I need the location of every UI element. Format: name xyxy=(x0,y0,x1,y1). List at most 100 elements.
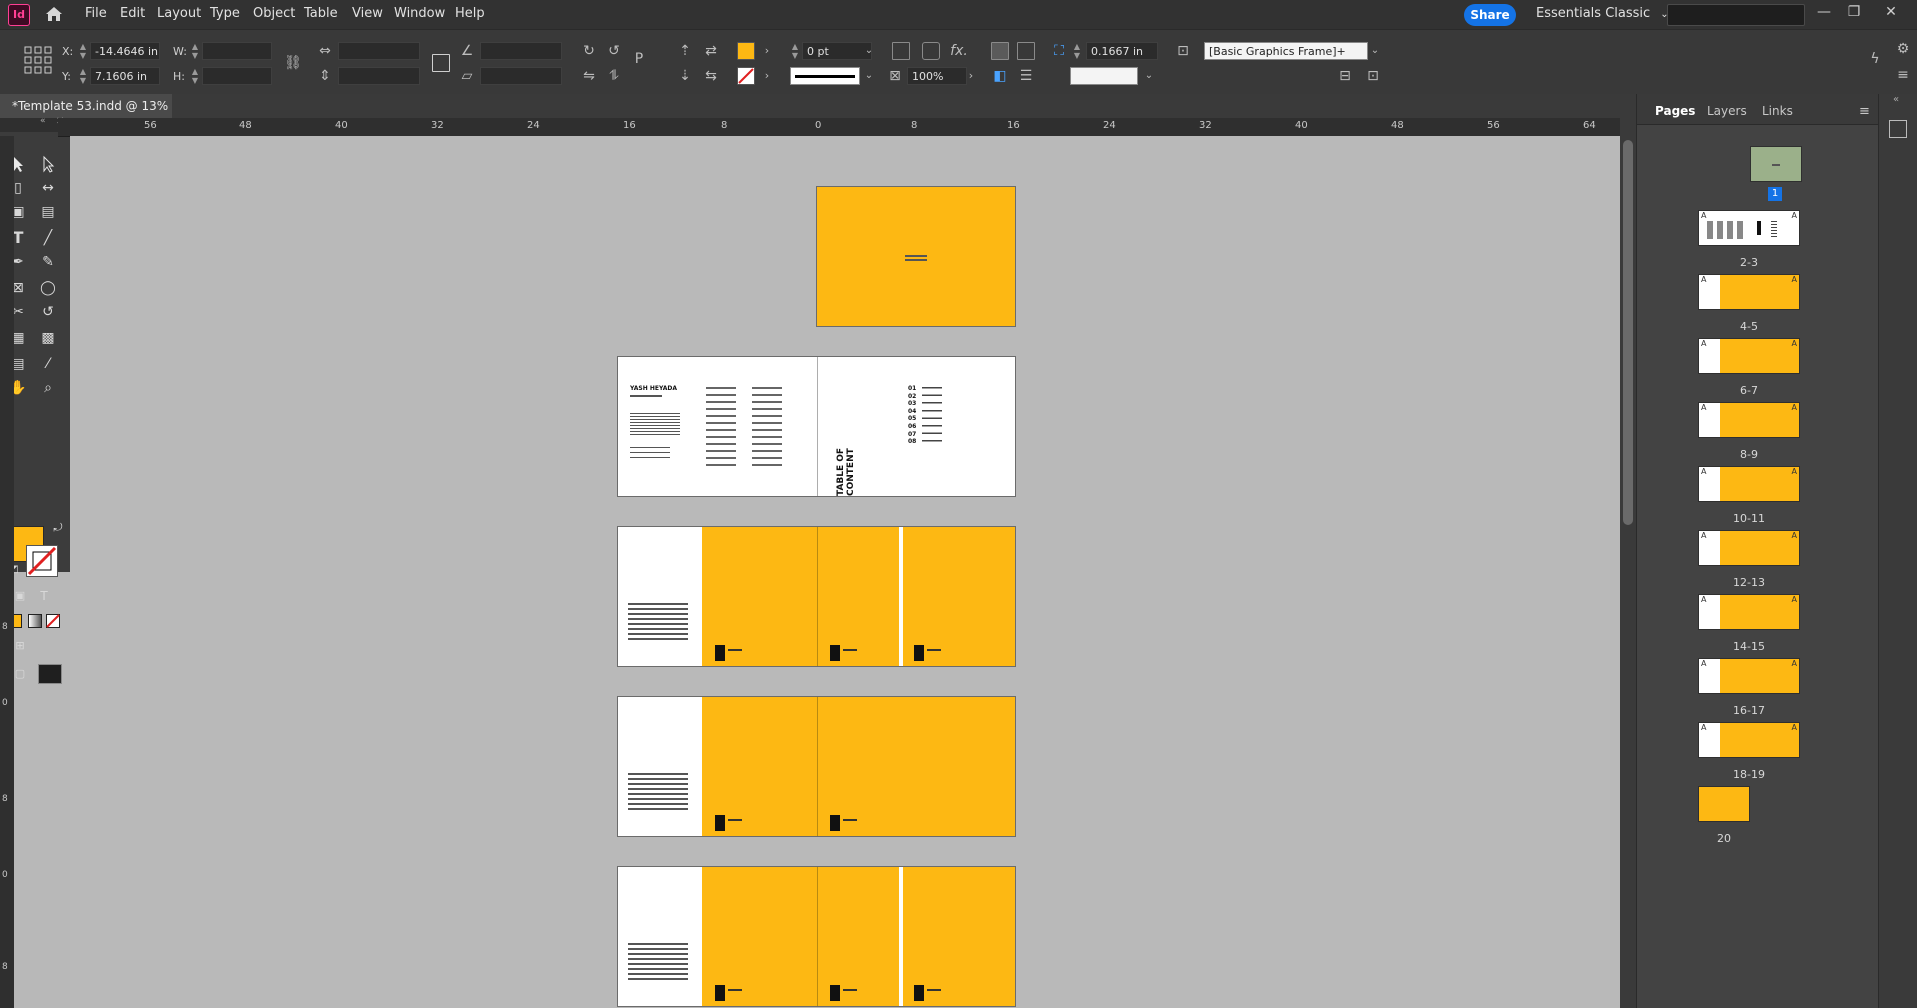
rotation-angle-field[interactable] xyxy=(480,42,562,60)
stroke-color-swatch[interactable] xyxy=(26,545,58,577)
page-thumb-16-17[interactable]: A A xyxy=(1698,658,1800,694)
stroke-swatch-control[interactable] xyxy=(737,67,755,85)
page-thumb-1[interactable] xyxy=(1750,146,1802,182)
minimize-button[interactable]: — xyxy=(1815,3,1833,21)
opacity-field[interactable]: 100% xyxy=(907,67,967,85)
restore-button[interactable]: ❐ xyxy=(1845,3,1863,21)
scrollbar-thumb[interactable] xyxy=(1623,140,1633,525)
align-center-icon[interactable]: ◧ xyxy=(991,67,1009,85)
page-thumb-6-7[interactable]: A A xyxy=(1698,338,1800,374)
offset-field[interactable]: 0.1667 in xyxy=(1086,42,1158,60)
reference-point-icon[interactable] xyxy=(24,46,52,74)
workspace-switcher[interactable]: Essentials Classic ⌄ xyxy=(1536,6,1669,21)
apply-gradient-icon[interactable] xyxy=(28,614,42,628)
height-field[interactable] xyxy=(202,67,272,85)
spread-4-5[interactable] xyxy=(617,526,1016,667)
flip-horizontal-icon[interactable]: ⇋ xyxy=(580,67,598,85)
y-stepper-icon[interactable]: ▲ ▼ xyxy=(78,67,88,85)
ellipse-tool-icon[interactable]: ◯ xyxy=(38,278,58,298)
panel-menu-icon[interactable]: ≡ xyxy=(1894,66,1912,84)
page-thumb-20[interactable] xyxy=(1698,786,1750,822)
constrain-scale-icon[interactable] xyxy=(432,54,450,72)
page-thumb-10-11[interactable]: A A xyxy=(1698,466,1800,502)
offset-stepper-icon[interactable]: ▲ ▼ xyxy=(1072,42,1082,60)
menu-type[interactable]: Type xyxy=(210,6,240,21)
clear-overrides-icon[interactable]: ⊟ xyxy=(1336,67,1354,85)
home-icon[interactable] xyxy=(44,5,64,23)
text-wrap-none-icon[interactable] xyxy=(991,42,1009,60)
stroke-weight-stepper-icon[interactable]: ▲ ▼ xyxy=(790,42,800,60)
flip-vertical-icon[interactable]: ⥮ xyxy=(605,67,623,85)
free-transform-tool-icon[interactable]: ↺ xyxy=(38,302,58,322)
search-input[interactable] xyxy=(1667,4,1805,26)
menu-object[interactable]: Object xyxy=(253,6,295,21)
lightning-icon[interactable]: ϟ xyxy=(1866,50,1884,68)
text-wrap-bbox-icon[interactable] xyxy=(1017,42,1035,60)
page-thumb-8-9[interactable]: A A xyxy=(1698,402,1800,438)
rotate-ccw-icon[interactable]: ↺ xyxy=(605,42,623,60)
menu-table[interactable]: Table xyxy=(304,6,338,21)
spread-2-3[interactable]: YASH HEYADA TABLE OF CONTENT 01 02 03 04… xyxy=(617,356,1016,497)
indesign-app-icon[interactable]: Id xyxy=(8,4,30,26)
tab-pages[interactable]: Pages xyxy=(1655,104,1695,118)
chevron-down-icon[interactable]: ⌄ xyxy=(1140,67,1158,85)
opacity-arrow-icon[interactable]: › xyxy=(962,67,980,85)
vertical-scrollbar[interactable] xyxy=(1620,118,1636,1008)
menu-file[interactable]: File xyxy=(85,6,107,21)
close-window-button[interactable]: ✕ xyxy=(1882,3,1900,21)
chevron-down-icon[interactable]: ⌄ xyxy=(860,42,878,60)
horizontal-ruler[interactable]: 56 48 40 32 24 16 8 0 8 16 24 32 40 48 5… xyxy=(58,118,1620,137)
stroke-color-preview[interactable] xyxy=(1070,67,1138,85)
preview-mode-icon[interactable] xyxy=(38,664,62,684)
swap-colors-icon[interactable]: ⤾ xyxy=(48,518,68,538)
page-thumb-14-15[interactable]: A A xyxy=(1698,594,1800,630)
panel-menu-icon[interactable]: ≡ xyxy=(1859,104,1870,119)
rotate-cw-icon[interactable]: ↻ xyxy=(580,42,598,60)
fill-swatch-control[interactable] xyxy=(737,42,755,60)
stroke-type-select[interactable] xyxy=(790,67,860,85)
fitting-frame-icon[interactable] xyxy=(892,42,910,60)
vertical-ruler[interactable]: 8 0 8 0 8 xyxy=(0,136,14,1008)
x-stepper-icon[interactable]: ▲ ▼ xyxy=(78,42,88,60)
scale-y-field[interactable] xyxy=(338,67,420,85)
menu-help[interactable]: Help xyxy=(455,6,485,21)
shear-angle-field[interactable] xyxy=(480,67,562,85)
y-position-field[interactable]: 7.1606 in xyxy=(90,67,160,85)
document-canvas[interactable]: YASH HEYADA TABLE OF CONTENT 01 02 03 04… xyxy=(70,136,1620,1008)
zoom-tool-icon[interactable]: ⌕ xyxy=(38,378,58,398)
stroke-dropdown-icon[interactable]: › xyxy=(758,67,776,85)
x-position-field[interactable]: -14.4646 in xyxy=(90,42,160,60)
formatting-text-icon[interactable]: T xyxy=(34,586,54,606)
document-tab[interactable]: *Template 53.indd @ 13% ✕ xyxy=(0,94,172,137)
page-1[interactable] xyxy=(816,186,1016,327)
page-thumb-2-3[interactable]: A A xyxy=(1698,210,1800,246)
scale-x-field[interactable] xyxy=(338,42,420,60)
selected-page-number[interactable]: 1 xyxy=(1768,187,1782,201)
eyedropper-tool-icon[interactable]: ⁄ xyxy=(38,354,58,374)
constrain-link-icon[interactable]: ⛓ xyxy=(284,54,302,72)
direct-selection-tool-icon[interactable] xyxy=(38,154,58,174)
apply-none-icon[interactable] xyxy=(46,614,60,628)
page-thumb-4-5[interactable]: A A xyxy=(1698,274,1800,310)
page-thumb-18-19[interactable]: A A xyxy=(1698,722,1800,758)
quick-apply-icon[interactable]: ⊡ xyxy=(1364,67,1382,85)
tab-links[interactable]: Links xyxy=(1762,104,1793,118)
line-tool-icon[interactable]: ╱ xyxy=(38,228,58,248)
chevron-down-icon[interactable]: ⌄ xyxy=(860,67,878,85)
gap-tool-icon[interactable]: ↔ xyxy=(38,178,58,198)
width-field[interactable] xyxy=(202,42,272,60)
collapse-icon[interactable]: « xyxy=(1893,94,1899,105)
menu-window[interactable]: Window xyxy=(394,6,445,21)
menu-view[interactable]: View xyxy=(352,6,383,21)
pencil-tool-icon[interactable]: ✎ xyxy=(38,252,58,272)
collapse-icon[interactable]: « xyxy=(40,116,46,126)
menu-layout[interactable]: Layout xyxy=(157,6,201,21)
auto-fit-icon[interactable]: ⛶ xyxy=(1050,42,1068,60)
share-button[interactable]: Share xyxy=(1464,4,1516,26)
page-thumb-12-13[interactable]: A A xyxy=(1698,530,1800,566)
fill-dropdown-icon[interactable]: › xyxy=(758,42,776,60)
select-content-icon[interactable]: ⇣ xyxy=(676,67,694,85)
spread-8-9[interactable] xyxy=(617,866,1016,1007)
menu-edit[interactable]: Edit xyxy=(120,6,145,21)
select-container-icon[interactable]: ⇡ xyxy=(676,42,694,60)
